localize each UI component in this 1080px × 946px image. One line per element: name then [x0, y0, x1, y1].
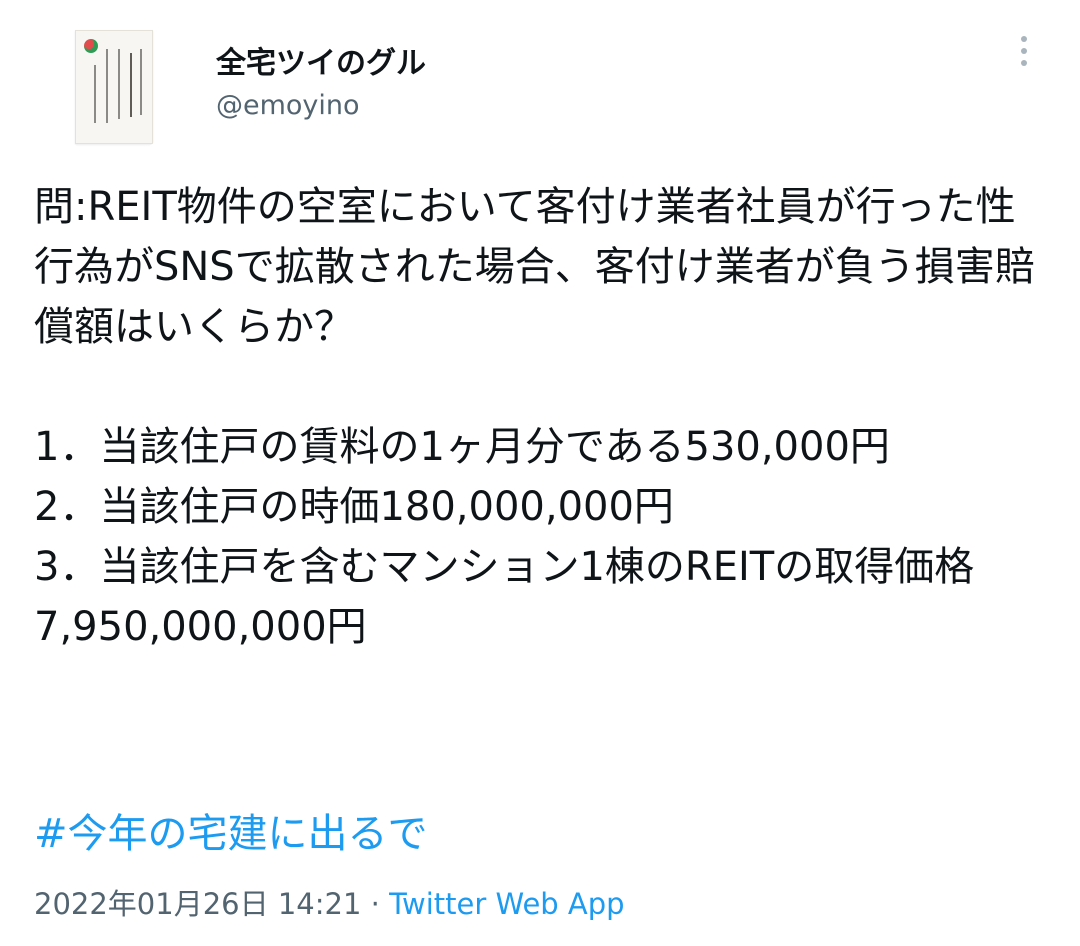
- book-text-line: [130, 53, 132, 117]
- more-vertical-icon: [1021, 60, 1027, 66]
- book-cover-avatar-icon: [75, 30, 153, 144]
- book-text-line: [94, 65, 96, 123]
- tweet-text: 問:REIT物件の空室において客付け業者社員が行った性行為がSNSで拡散された場…: [34, 184, 1035, 650]
- tweet-source-link[interactable]: Twitter Web App: [389, 887, 625, 921]
- hashtag-link[interactable]: #今年の宅建に出るで: [34, 804, 428, 864]
- meta-separator: ·: [361, 887, 390, 921]
- publisher-logo-icon: [84, 39, 98, 53]
- more-vertical-icon: [1021, 48, 1027, 54]
- display-name[interactable]: 全宅ツイのグル: [216, 38, 426, 82]
- tweet-meta: 2022年01月26日 14:21 · Twitter Web App: [34, 884, 625, 924]
- tweet-timestamp[interactable]: 2022年01月26日 14:21: [34, 887, 361, 921]
- book-text-line: [106, 49, 108, 123]
- more-options-button[interactable]: [1008, 30, 1040, 72]
- book-text-line: [140, 49, 142, 115]
- user-handle[interactable]: @emoyino: [216, 90, 360, 121]
- more-vertical-icon: [1021, 36, 1027, 42]
- book-text-line: [118, 49, 120, 119]
- avatar[interactable]: [42, 14, 184, 156]
